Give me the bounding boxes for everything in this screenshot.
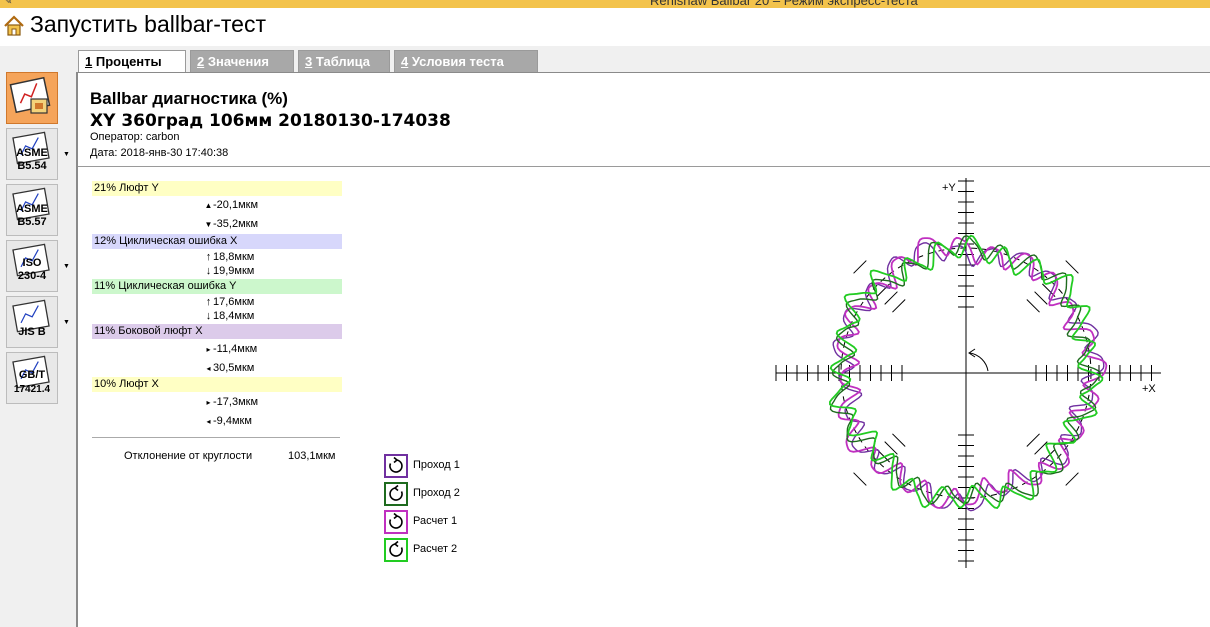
iso-230-4-button[interactable]: ISO 230-4 ▼ (6, 240, 70, 292)
report-title: Ballbar диагностика (%) (90, 89, 288, 108)
arrow-left-icon: ◂ (206, 417, 211, 426)
diag-value: ↓ 18,4мкм (205, 310, 255, 322)
diag-value: ↑ 17,6мкм (205, 296, 255, 308)
arrow-up-icon: ↑ (205, 296, 212, 308)
tab-test-conditions[interactable]: 4 Условия теста (394, 50, 538, 72)
window-title: Renishaw Ballbar 20 – Режим экспресс-тес… (650, 0, 918, 8)
diag-value: ▸ -17,3мкм (204, 396, 304, 408)
axis-tick (884, 441, 898, 455)
axis-tick (1065, 472, 1079, 486)
ccw-arrow-icon (384, 482, 408, 506)
arrow-right-icon: ▸ (206, 345, 211, 354)
arrow-up-icon: ▲ (204, 201, 213, 210)
diag-cyclic-error-x: 12% Циклическая ошибка X (92, 234, 342, 249)
report-panel: Ballbar диагностика (%) XY 360град 106мм… (76, 72, 1210, 627)
system-menu-icon[interactable]: ✎ (4, 0, 12, 7)
app-header: Запустить ballbar-тест (0, 8, 1210, 46)
arrow-right-icon: ▸ (206, 398, 211, 407)
x-axis-label: +X (1142, 383, 1156, 395)
operator-label: Оператор: carbon (90, 131, 180, 143)
asme-b557-button[interactable]: ASME B5.57 (6, 184, 58, 236)
axis-tick (1034, 441, 1048, 455)
diag-value: ◂ -9,4мкм (204, 415, 304, 427)
diag-value: ◂ 30,5мкм (204, 362, 304, 374)
diagnostics-button[interactable] (6, 72, 58, 124)
roundness-value: 103,1мкм (288, 450, 336, 462)
axis-tick (892, 299, 906, 313)
y-axis-label: +Y (942, 182, 956, 194)
diag-backlash-y: 21% Люфт Y (92, 181, 342, 196)
gb-t-17421-button[interactable]: GB/T 17421.4 (6, 352, 58, 404)
arrow-down-icon: ↓ (205, 265, 212, 277)
header-divider (78, 166, 1210, 167)
axis-tick (892, 433, 906, 447)
axis-tick (1034, 291, 1048, 305)
diag-value: ↓ 19,9мкм (205, 265, 255, 277)
tab-table[interactable]: 3 Таблица (298, 50, 390, 72)
window-titlebar: ✎ Renishaw Ballbar 20 – Режим экспресс-т… (0, 0, 1210, 8)
axis-tick (884, 291, 898, 305)
arrow-down-icon: ▼ (204, 220, 213, 229)
axis-tick (1026, 299, 1040, 313)
diag-value: ↑ 18,8мкм (205, 251, 255, 263)
tab-percent[interactable]: 1 Проценты (78, 50, 186, 73)
arrow-up-icon: ↑ (205, 251, 212, 263)
diag-backlash-x: 10% Люфт X (92, 377, 342, 392)
cw-arrow-icon (384, 454, 408, 478)
jis-b-button[interactable]: JIS B ▼ (6, 296, 70, 348)
diag-lateral-play-x: 11% Боковой люфт X (92, 324, 342, 339)
axis-tick (853, 472, 867, 486)
arrow-down-icon: ↓ (205, 310, 212, 322)
roundness-divider (92, 437, 340, 438)
diag-value: ▲-20,1мкм (204, 199, 259, 211)
axis-tick (853, 260, 867, 274)
tab-values[interactable]: 2 Значения (190, 50, 294, 72)
app-window: ✎ Renishaw Ballbar 20 – Режим экспресс-т… (0, 0, 1210, 627)
date-label: Дата: 2018-янв-30 17:40:38 (90, 147, 229, 159)
report-subtitle: XY 360град 106мм 20180130-174038 (90, 111, 451, 131)
chevron-down-icon[interactable]: ▼ (63, 151, 70, 158)
home-icon[interactable] (3, 15, 25, 37)
diag-value: ▼-35,2мкм (204, 218, 259, 230)
chevron-down-icon[interactable]: ▼ (63, 319, 70, 326)
ccw-arrow-icon (384, 538, 408, 562)
arrow-left-icon: ◂ (206, 364, 211, 373)
chevron-down-icon[interactable]: ▼ (63, 263, 70, 270)
diag-cyclic-error-y: 11% Циклическая ошибка Y (92, 279, 342, 294)
axis-tick (1065, 260, 1079, 274)
axis-tick (1026, 433, 1040, 447)
cw-arrow-icon (384, 510, 408, 534)
report-sheet-icon (12, 299, 50, 333)
diag-value: ▸ -11,4мкм (204, 343, 304, 355)
page-title: Запустить ballbar-тест (30, 11, 266, 37)
ballbar-polar-plot: +Y +X (775, 178, 1161, 568)
diagnostics-icon (9, 76, 51, 114)
roundness-label: Отклонение от круглости (124, 450, 253, 462)
asme-b554-button[interactable]: ASME B5.54 ▼ (6, 128, 70, 180)
